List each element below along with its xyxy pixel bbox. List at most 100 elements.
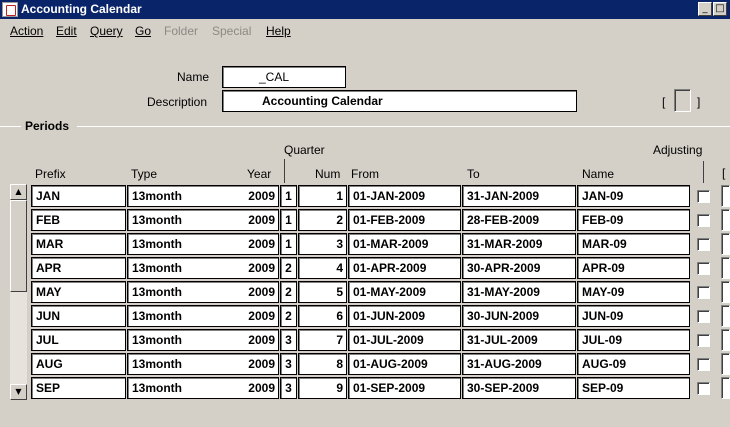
period-quarter-cell[interactable]: 2 [280, 305, 297, 327]
period-num-cell[interactable]: 3 [298, 233, 347, 255]
period-year-cell[interactable]: 2009 [127, 209, 279, 231]
row-context-field[interactable] [721, 209, 730, 231]
period-from-cell[interactable]: 01-AUG-2009 [348, 353, 461, 375]
row-context-field[interactable] [721, 353, 730, 375]
adjusting-checkbox[interactable] [697, 262, 710, 275]
context-field[interactable] [674, 89, 691, 112]
adjusting-checkbox[interactable] [697, 214, 710, 227]
period-to-cell[interactable]: 30-APR-2009 [462, 257, 576, 279]
row-context-field[interactable] [721, 329, 730, 351]
section-divider-right [77, 126, 730, 127]
period-num-cell[interactable]: 8 [298, 353, 347, 375]
period-to-cell[interactable]: 31-MAR-2009 [462, 233, 576, 255]
period-from-cell[interactable]: 01-MAY-2009 [348, 281, 461, 303]
period-year-cell[interactable]: 2009 [127, 353, 279, 375]
period-name-cell[interactable]: FEB-09 [577, 209, 690, 231]
period-num-cell[interactable]: 9 [298, 377, 347, 399]
period-prefix-cell[interactable]: FEB [31, 209, 126, 231]
period-quarter-cell[interactable]: 1 [280, 233, 297, 255]
period-to-cell[interactable]: 31-MAY-2009 [462, 281, 576, 303]
period-to-cell[interactable]: 30-SEP-2009 [462, 377, 576, 399]
adjusting-checkbox[interactable] [697, 238, 710, 251]
oracle-forms-icon [2, 2, 18, 17]
periods-scrollbar[interactable]: ▲ ▼ [10, 184, 27, 400]
menu-go[interactable]: Go [135, 24, 151, 38]
period-quarter-cell[interactable]: 1 [280, 185, 297, 207]
period-name-cell[interactable]: JAN-09 [577, 185, 690, 207]
name-field[interactable]: _CAL [222, 66, 346, 88]
period-name-cell[interactable]: APR-09 [577, 257, 690, 279]
period-num-cell[interactable]: 7 [298, 329, 347, 351]
bracket-left: [ [662, 95, 666, 109]
period-to-cell[interactable]: 31-JAN-2009 [462, 185, 576, 207]
period-prefix-cell[interactable]: APR [31, 257, 126, 279]
period-from-cell[interactable]: 01-APR-2009 [348, 257, 461, 279]
period-num-cell[interactable]: 2 [298, 209, 347, 231]
period-from-cell[interactable]: 01-FEB-2009 [348, 209, 461, 231]
menu-query[interactable]: Query [90, 24, 123, 38]
period-to-cell[interactable]: 30-JUN-2009 [462, 305, 576, 327]
period-year-cell[interactable]: 2009 [127, 305, 279, 327]
period-year-cell[interactable]: 2009 [127, 257, 279, 279]
adjusting-checkbox[interactable] [697, 358, 710, 371]
row-context-field[interactable] [721, 185, 730, 207]
period-prefix-cell[interactable]: JUL [31, 329, 126, 351]
col-header-num: Num [315, 167, 341, 181]
adjusting-checkbox[interactable] [697, 382, 710, 395]
period-year-cell[interactable]: 2009 [127, 185, 279, 207]
menu-bar: Action Edit Query Go Folder Special Help [0, 21, 730, 41]
period-name-cell[interactable]: JUN-09 [577, 305, 690, 327]
description-field[interactable]: Accounting Calendar [222, 90, 577, 112]
row-context-field[interactable] [721, 305, 730, 327]
period-from-cell[interactable]: 01-JUN-2009 [348, 305, 461, 327]
period-num-cell[interactable]: 5 [298, 281, 347, 303]
period-quarter-cell[interactable]: 3 [280, 377, 297, 399]
period-name-cell[interactable]: JUL-09 [577, 329, 690, 351]
period-name-cell[interactable]: AUG-09 [577, 353, 690, 375]
period-prefix-cell[interactable]: JAN [31, 185, 126, 207]
menu-help[interactable]: Help [266, 24, 291, 38]
maximize-icon[interactable]: □ [713, 2, 727, 16]
row-context-field[interactable] [721, 257, 730, 279]
period-from-cell[interactable]: 01-JAN-2009 [348, 185, 461, 207]
period-quarter-cell[interactable]: 2 [280, 281, 297, 303]
period-from-cell[interactable]: 01-SEP-2009 [348, 377, 461, 399]
period-name-cell[interactable]: MAY-09 [577, 281, 690, 303]
scroll-up-arrow-icon[interactable]: ▲ [10, 184, 27, 200]
period-year-cell[interactable]: 2009 [127, 377, 279, 399]
period-num-cell[interactable]: 1 [298, 185, 347, 207]
period-from-cell[interactable]: 01-JUL-2009 [348, 329, 461, 351]
period-name-cell[interactable]: MAR-09 [577, 233, 690, 255]
period-num-cell[interactable]: 6 [298, 305, 347, 327]
period-name-cell[interactable]: SEP-09 [577, 377, 690, 399]
period-num-cell[interactable]: 4 [298, 257, 347, 279]
period-quarter-cell[interactable]: 3 [280, 329, 297, 351]
menu-action[interactable]: Action [10, 24, 43, 38]
period-prefix-cell[interactable]: AUG [31, 353, 126, 375]
minimize-icon[interactable]: _ [698, 2, 712, 16]
period-prefix-cell[interactable]: SEP [31, 377, 126, 399]
adjusting-checkbox[interactable] [697, 334, 710, 347]
row-context-field[interactable] [721, 233, 730, 255]
row-context-field[interactable] [721, 377, 730, 399]
period-year-cell[interactable]: 2009 [127, 281, 279, 303]
period-to-cell[interactable]: 31-JUL-2009 [462, 329, 576, 351]
period-from-cell[interactable]: 01-MAR-2009 [348, 233, 461, 255]
period-prefix-cell[interactable]: MAR [31, 233, 126, 255]
adjusting-checkbox[interactable] [697, 286, 710, 299]
period-prefix-cell[interactable]: MAY [31, 281, 126, 303]
period-prefix-cell[interactable]: JUN [31, 305, 126, 327]
period-year-cell[interactable]: 2009 [127, 233, 279, 255]
adjusting-checkbox[interactable] [697, 310, 710, 323]
scroll-thumb[interactable] [10, 200, 27, 292]
adjusting-checkbox[interactable] [697, 190, 710, 203]
period-to-cell[interactable]: 31-AUG-2009 [462, 353, 576, 375]
period-quarter-cell[interactable]: 3 [280, 353, 297, 375]
period-quarter-cell[interactable]: 2 [280, 257, 297, 279]
row-context-field[interactable] [721, 281, 730, 303]
scroll-down-arrow-icon[interactable]: ▼ [10, 384, 27, 400]
menu-edit[interactable]: Edit [56, 24, 77, 38]
period-quarter-cell[interactable]: 1 [280, 209, 297, 231]
period-to-cell[interactable]: 28-FEB-2009 [462, 209, 576, 231]
period-year-cell[interactable]: 2009 [127, 329, 279, 351]
